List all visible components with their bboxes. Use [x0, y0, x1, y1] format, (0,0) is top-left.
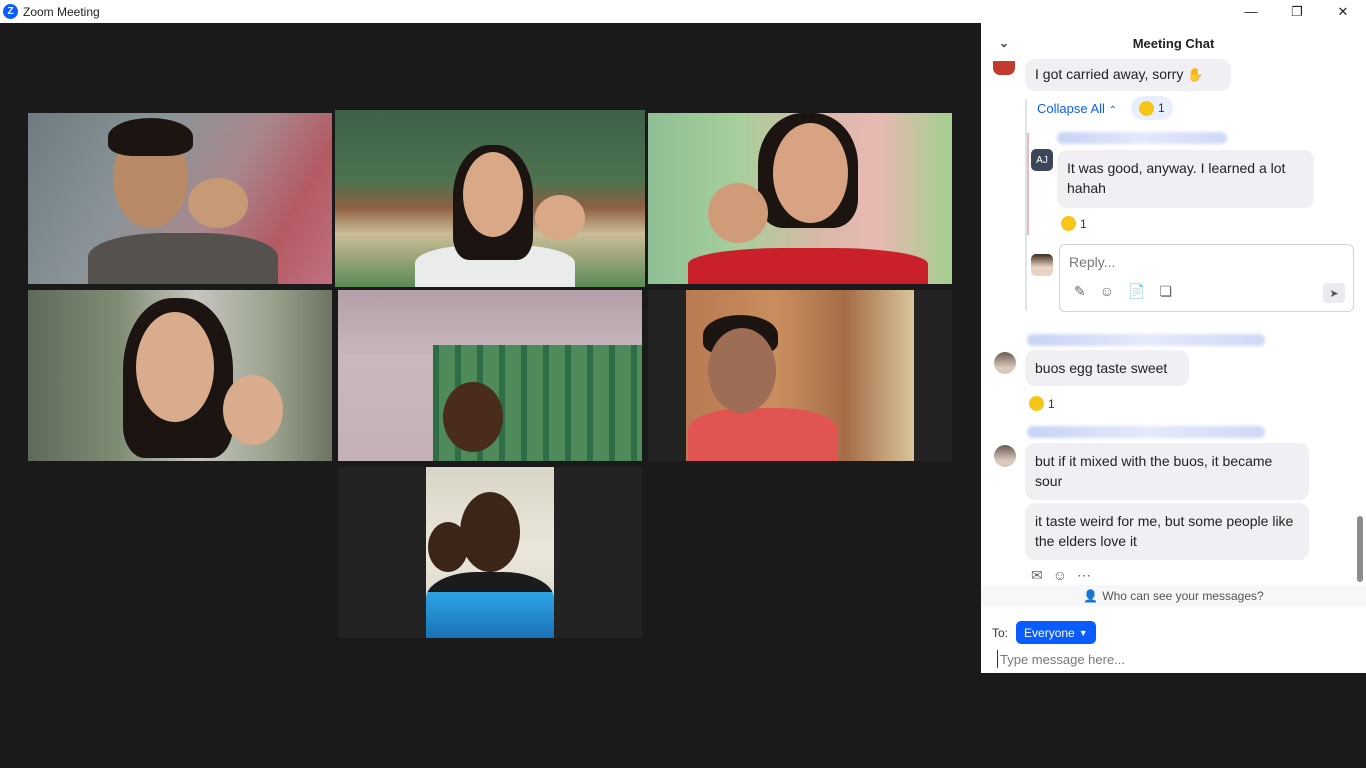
sender-name	[1027, 426, 1265, 438]
video-tile-5[interactable]	[338, 290, 642, 461]
recipient-row: To: Everyone ▼	[992, 621, 1096, 644]
participant-hand	[223, 375, 283, 445]
participant-hand	[428, 522, 468, 572]
window-controls: — ❐ ✕	[1228, 0, 1366, 23]
grin-emoji-icon	[1139, 100, 1154, 116]
chat-header: ⌄ Meeting Chat	[981, 23, 1366, 63]
chat-message: It was good, anyway. I learned a lot hah…	[1057, 150, 1314, 208]
sender-name	[1057, 132, 1227, 144]
participant-hand	[535, 195, 585, 240]
chat-message: but if it mixed with the buos, it became…	[1025, 443, 1309, 500]
reply-toolbar: ✎ ☺ 📄 ❏	[1074, 283, 1172, 300]
reply-input[interactable]: Reply...	[1069, 254, 1115, 270]
participant-hand	[708, 183, 768, 243]
who-can-see-bar[interactable]: 👤 Who can see your messages?	[981, 585, 1366, 607]
avatar	[993, 61, 1015, 75]
video-tile-3[interactable]	[648, 113, 952, 284]
more-icon[interactable]: ⋯	[1077, 567, 1091, 584]
surprised-emoji-icon	[1029, 396, 1044, 411]
chevron-down-icon: ▼	[1078, 627, 1088, 638]
send-icon[interactable]: ➤	[1323, 283, 1345, 303]
chat-title: Meeting Chat	[1132, 35, 1215, 51]
wave-hand-icon: ✋	[1187, 67, 1204, 82]
chat-panel: ⌄ Meeting Chat I got carried away, sorry…	[981, 23, 1366, 673]
grin-emoji-icon	[1061, 216, 1076, 231]
reaction-badge[interactable]: 1	[1029, 396, 1055, 411]
participant-face	[708, 328, 776, 413]
video-tile-6[interactable]	[648, 290, 952, 461]
participant-face	[463, 152, 523, 237]
participant-face	[443, 382, 503, 452]
participant-body	[688, 248, 928, 284]
title-bar: Z Zoom Meeting — ❐ ✕	[0, 0, 1366, 23]
participant-hand	[188, 178, 248, 228]
chat-scrollbar[interactable]	[1357, 516, 1363, 582]
avatar	[994, 445, 1016, 467]
video-tile-2[interactable]	[335, 110, 645, 287]
close-button[interactable]: ✕	[1320, 0, 1366, 23]
emoji-icon[interactable]: ☺	[1100, 283, 1114, 300]
collapse-all-link[interactable]: Collapse All ⌃	[1037, 101, 1117, 116]
participant-body	[88, 233, 278, 284]
video-tile-7[interactable]	[338, 467, 642, 638]
person-icon: 👤	[1083, 589, 1099, 603]
participant-face	[773, 123, 848, 223]
restore-button[interactable]: ❐	[1274, 0, 1320, 23]
window-title: Zoom Meeting	[23, 4, 100, 19]
reply-thread-icon[interactable]: ✉	[1031, 567, 1043, 584]
zoom-logo-icon: Z	[3, 4, 18, 19]
file-icon[interactable]: 📄	[1128, 283, 1145, 300]
message-actions: ✉ ☺ ⋯	[1031, 567, 1091, 584]
chat-message: I got carried away, sorry ✋	[1025, 59, 1231, 91]
reply-box[interactable]: Reply... ✎ ☺ 📄 ❏ ➤	[1059, 244, 1354, 312]
avatar	[994, 352, 1016, 374]
minimize-button[interactable]: —	[1228, 0, 1274, 23]
recipient-dropdown[interactable]: Everyone ▼	[1016, 621, 1096, 644]
screenshot-icon[interactable]: ❏	[1159, 283, 1172, 300]
video-tile-4[interactable]	[28, 290, 332, 461]
reaction-badge[interactable]: 1	[1131, 96, 1173, 120]
participant-face	[136, 312, 214, 422]
video-tile-1[interactable]	[28, 113, 332, 284]
chevron-up-icon: ⌃	[1108, 105, 1117, 116]
video-gallery	[0, 23, 981, 768]
sender-name	[1027, 334, 1265, 346]
participant-body	[688, 408, 838, 461]
chat-message: buos egg taste sweet	[1025, 350, 1189, 386]
chevron-down-icon[interactable]: ⌄	[999, 36, 1009, 50]
thread-line-highlight	[1027, 133, 1029, 235]
chat-message: it taste weird for me, but some people l…	[1025, 503, 1309, 560]
message-input[interactable]	[997, 650, 1347, 668]
add-reaction-icon[interactable]: ☺	[1053, 567, 1067, 584]
avatar	[1031, 254, 1053, 276]
reaction-badge[interactable]: 1	[1061, 216, 1087, 231]
avatar: AJ	[1031, 149, 1053, 171]
participant-face	[460, 492, 520, 572]
participant-body	[426, 572, 554, 638]
format-icon[interactable]: ✎	[1074, 283, 1086, 300]
participant-hair	[108, 118, 193, 156]
